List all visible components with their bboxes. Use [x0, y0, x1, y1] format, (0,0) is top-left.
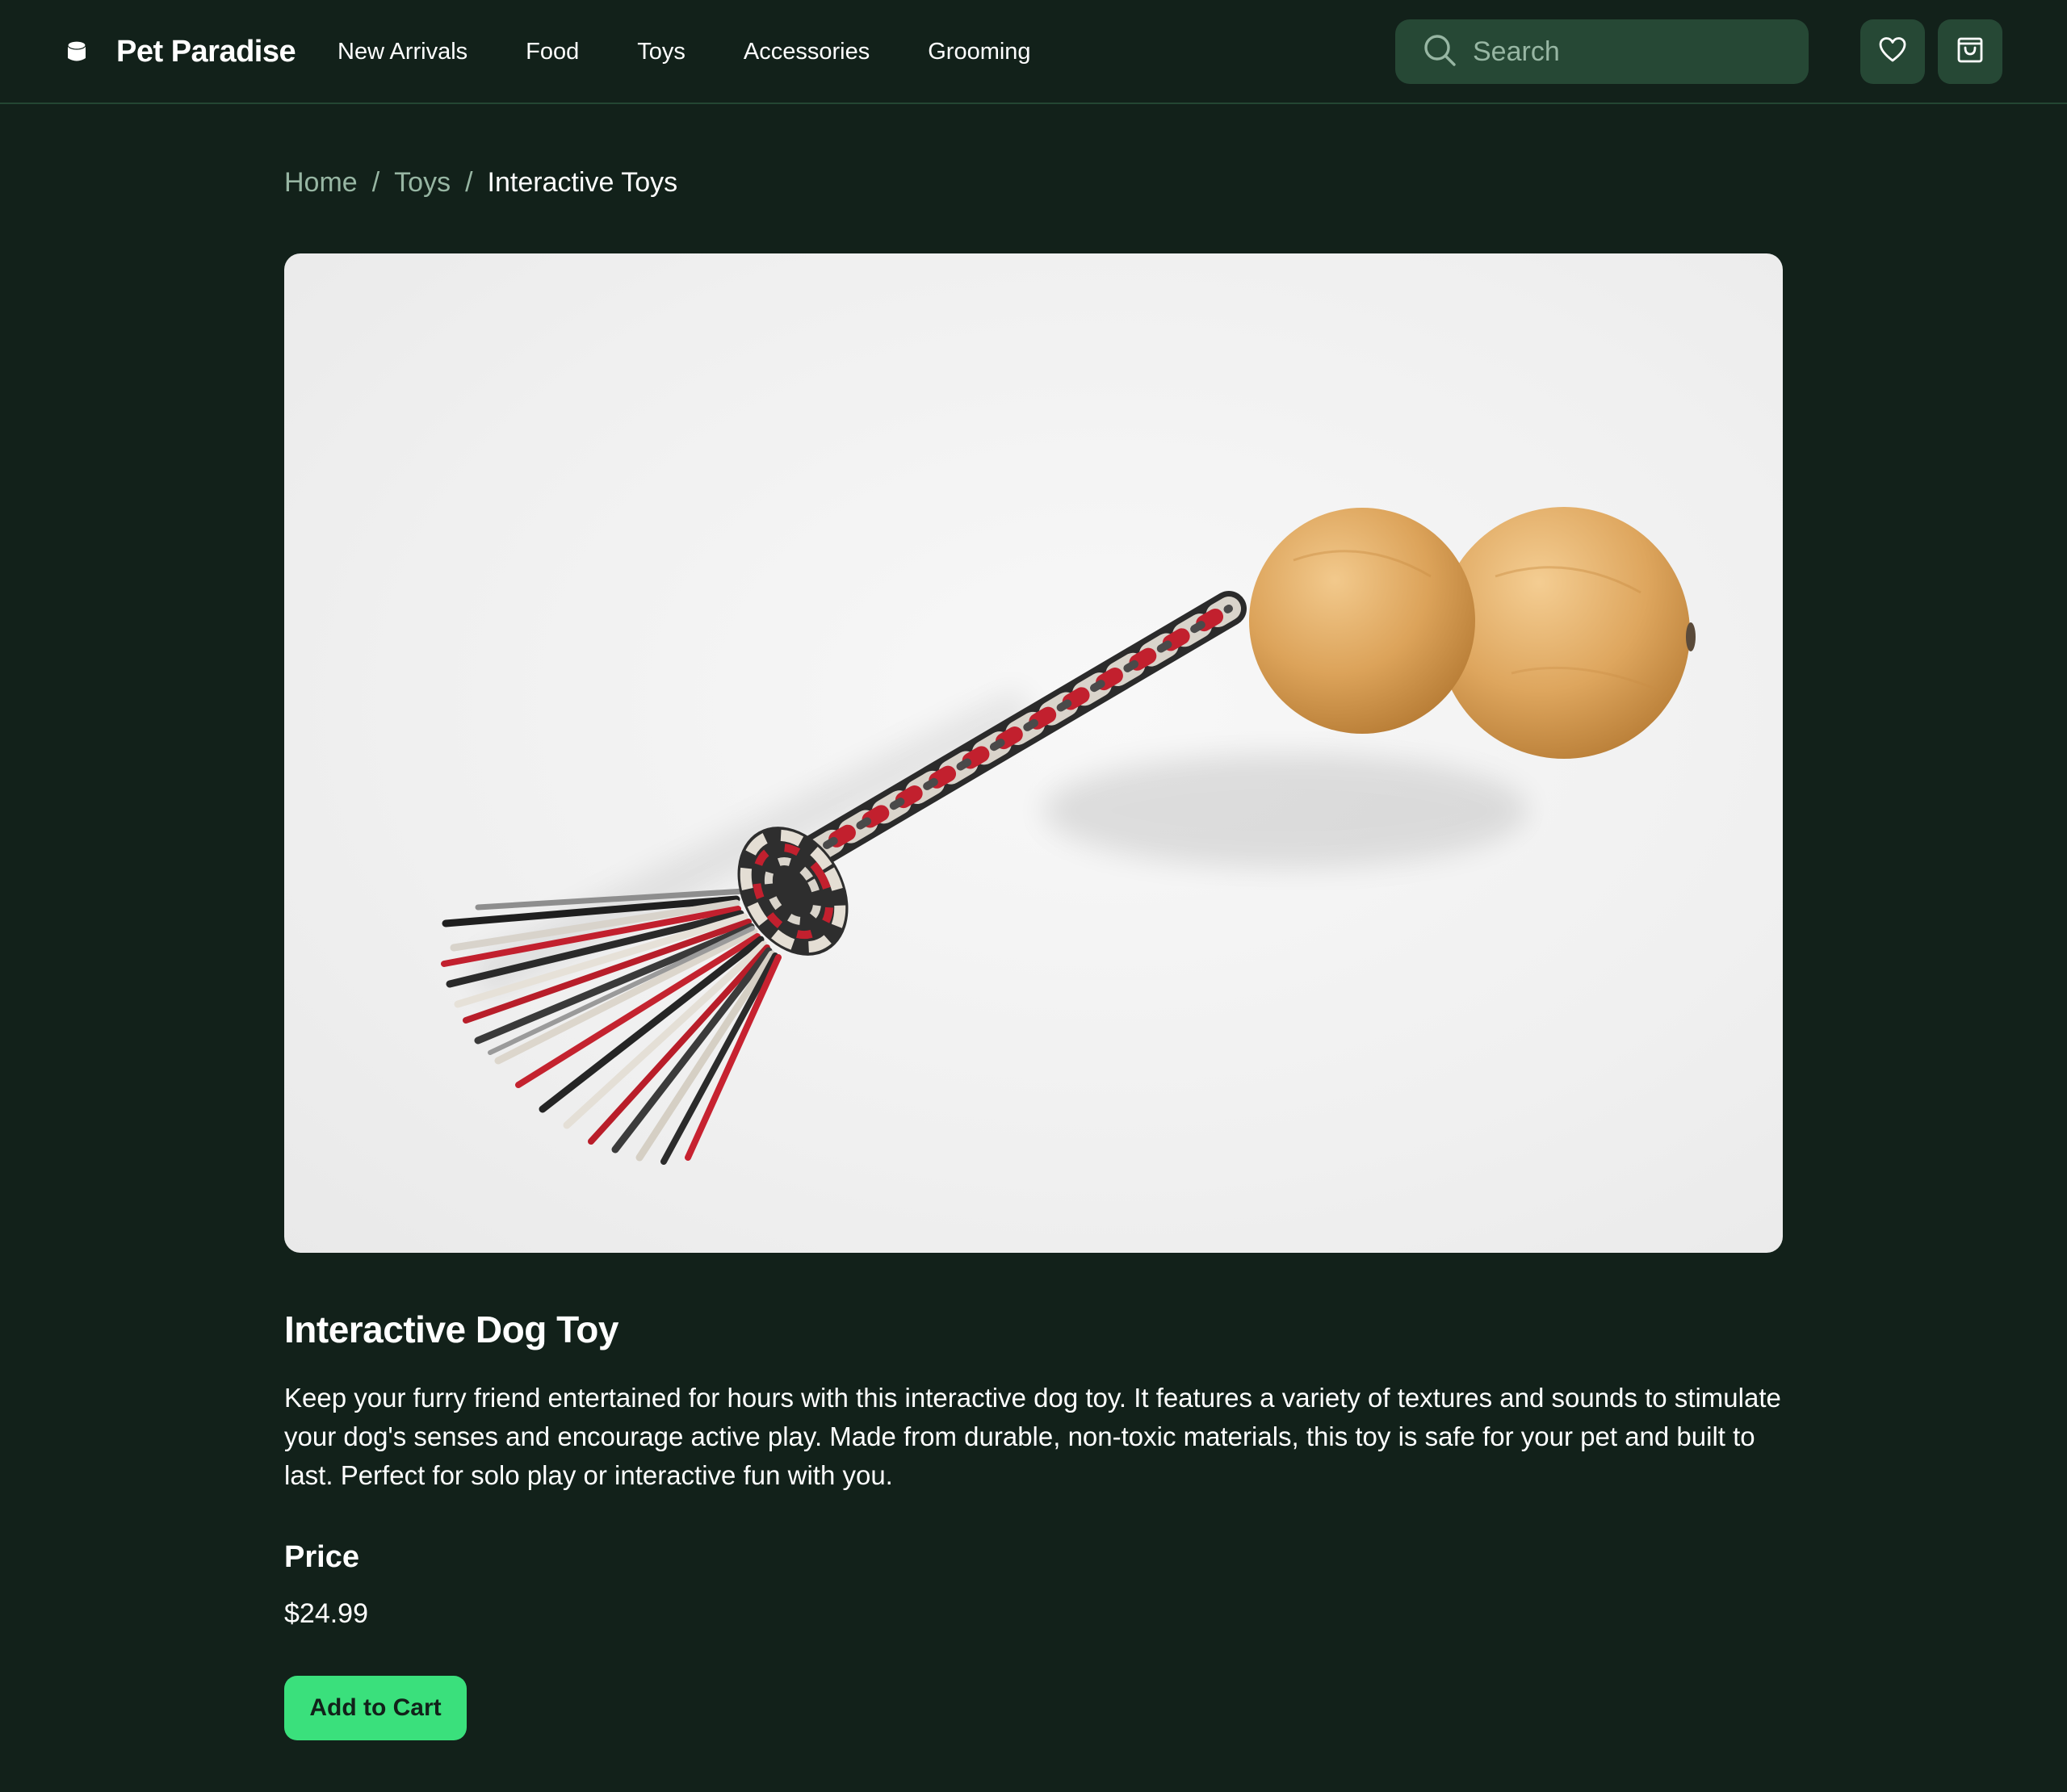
brand-name: Pet Paradise — [116, 34, 296, 69]
shopping-bag-icon — [1956, 36, 1985, 69]
main-nav: New Arrivals Food Toys Accessories Groom… — [338, 29, 1089, 74]
product-title: Interactive Dog Toy — [284, 1308, 618, 1350]
breadcrumb-separator: / — [371, 166, 380, 198]
heart-icon — [1878, 36, 1907, 69]
breadcrumb-separator: / — [465, 166, 473, 198]
nav-item-food[interactable]: Food — [526, 39, 579, 65]
breadcrumb-toys[interactable]: Toys — [394, 167, 451, 199]
breadcrumb: Home / Toys / Interactive Toys — [284, 161, 677, 203]
add-to-cart-button[interactable]: Add to Cart — [284, 1676, 467, 1740]
breadcrumb-home[interactable]: Home — [284, 167, 358, 199]
breadcrumb-current: Interactive Toys — [487, 166, 678, 198]
nav-item-accessories[interactable]: Accessories — [744, 39, 870, 65]
cart-button[interactable] — [1938, 19, 2002, 84]
site-header: Pet Paradise New Arrivals Food Toys Acce… — [0, 0, 2067, 104]
price-value: $24.99 — [284, 1598, 368, 1629]
nav-item-new-arrivals[interactable]: New Arrivals — [338, 39, 467, 65]
wishlist-button[interactable] — [1860, 19, 1925, 84]
nav-item-toys[interactable]: Toys — [637, 39, 686, 65]
price-heading: Price — [284, 1540, 359, 1574]
search-placeholder: Search — [1473, 36, 1560, 67]
product-image — [284, 253, 1783, 1253]
search-input[interactable]: Search — [1395, 19, 1809, 84]
search-icon — [1423, 33, 1457, 71]
pet-paradise-logo-icon — [65, 40, 89, 64]
nav-item-grooming[interactable]: Grooming — [928, 39, 1030, 65]
product-description: Keep your furry friend entertained for h… — [284, 1383, 1781, 1490]
brand[interactable]: Pet Paradise — [65, 29, 296, 74]
